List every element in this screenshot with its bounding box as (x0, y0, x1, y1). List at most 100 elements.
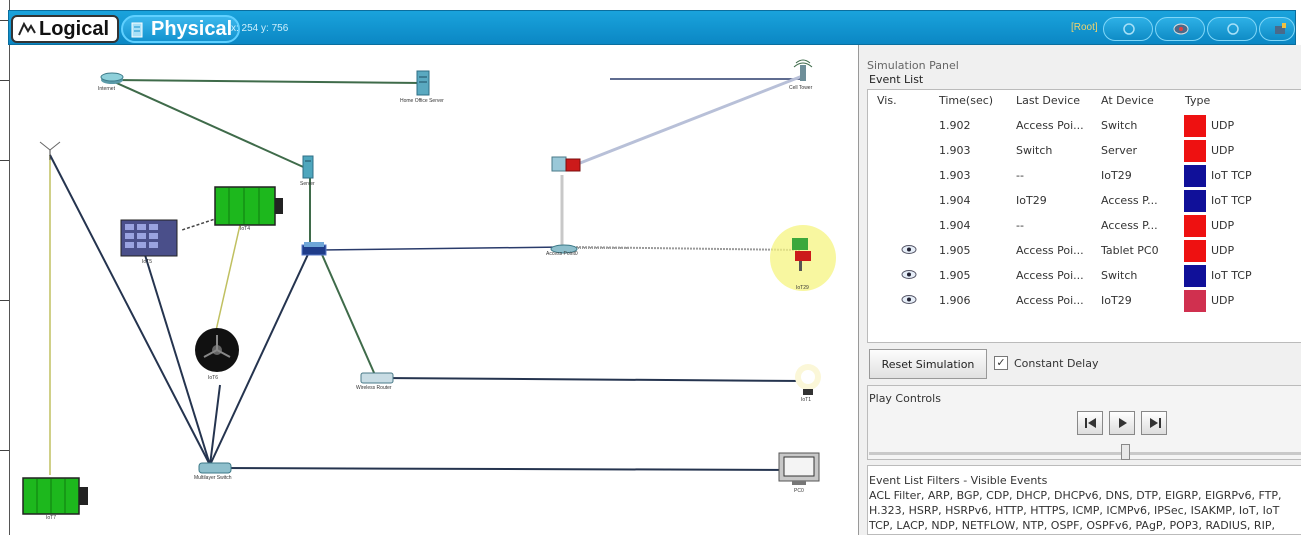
pc-device[interactable]: PC0 (778, 452, 820, 494)
link-router-homeserver[interactable] (111, 79, 424, 84)
logical-tab-label: Logical (39, 18, 110, 40)
visibility-eye-icon[interactable] (901, 295, 917, 304)
visibility-eye-icon[interactable] (901, 245, 917, 254)
packet-tracer-window: Logical Physical x: 254 y: 756 [Root] In… (0, 0, 1301, 535)
constant-delay-checkbox[interactable]: ✓ (994, 356, 1008, 370)
navigation-icon (1275, 23, 1286, 34)
lamp-device[interactable]: IoT1 (793, 363, 823, 404)
toolbar-button-2[interactable] (1155, 17, 1205, 41)
multilayer-switch-device[interactable]: Multilayer Switch (194, 460, 232, 481)
switch-device[interactable] (301, 241, 327, 262)
router-icon (100, 72, 124, 84)
toolbar-button-4[interactable] (1259, 17, 1295, 41)
event-row[interactable]: 1.902 Access Poi... Switch UDP (871, 115, 1301, 144)
router-device[interactable]: Internet (98, 71, 124, 92)
event-time: 1.905 (939, 244, 971, 257)
forward-button[interactable] (1141, 411, 1167, 435)
event-type: UDP (1211, 119, 1235, 132)
device-label: Wireless Router (356, 385, 392, 391)
cell-tower-device[interactable]: Cell Tower (789, 59, 813, 91)
event-at: Switch (1101, 269, 1138, 282)
col-last-device[interactable]: Last Device (1016, 94, 1080, 107)
device-label: IoT1 (801, 397, 812, 403)
workspace-toolbar: Logical Physical x: 254 y: 756 [Root] (8, 10, 1296, 45)
play-button[interactable] (1109, 411, 1135, 435)
logical-tab[interactable]: Logical (11, 15, 120, 43)
physical-tab[interactable]: Physical (121, 15, 241, 43)
cluster-icon (1123, 23, 1135, 35)
fan-device[interactable]: IoT6 (194, 327, 240, 381)
device-label: Cell Tower (789, 85, 813, 91)
frame-tick (0, 80, 9, 81)
event-last: -- (1016, 219, 1024, 232)
event-row[interactable]: 1.905 Access Poi... Tablet PC0 UDP (871, 240, 1301, 269)
wireless-device[interactable] (547, 153, 583, 180)
solar-panel-icon (120, 219, 178, 257)
viewport-icon (1173, 23, 1189, 35)
event-type-color-swatch (1184, 290, 1206, 312)
battery-icon (22, 477, 88, 515)
col-vis[interactable]: Vis. (877, 94, 897, 107)
toolbar-button-3[interactable] (1207, 17, 1257, 41)
device-label: Access Point0 (546, 251, 578, 257)
back-button[interactable] (1077, 411, 1103, 435)
event-last: Access Poi... (1016, 294, 1084, 307)
wireless-link-tower (574, 73, 806, 167)
link-antenna-mswitch[interactable] (49, 154, 211, 466)
event-list-title: Event List (869, 73, 924, 86)
event-type-color-swatch (1184, 215, 1206, 237)
server-icon (302, 155, 314, 179)
link-wrouter-lamp[interactable] (377, 377, 806, 382)
toolbar-button-1[interactable] (1103, 17, 1153, 41)
event-row[interactable]: 1.904 IoT29 Access P... IoT TCP (871, 190, 1301, 219)
server-device[interactable]: Home Office Server (400, 70, 444, 104)
play-icon (1119, 418, 1127, 428)
event-time: 1.904 (939, 194, 971, 207)
event-row[interactable]: 1.905 Access Poi... Switch IoT TCP (871, 265, 1301, 294)
link-router-server[interactable] (109, 79, 311, 171)
event-row[interactable]: 1.903 -- IoT29 IoT TCP (871, 165, 1301, 194)
simulation-panel: Simulation Panel Event List Vis. Time(se… (858, 45, 1301, 535)
link-switch-ap[interactable] (319, 246, 566, 251)
speed-slider-track[interactable] (869, 452, 1301, 455)
event-row[interactable]: 1.906 Access Poi... IoT29 UDP (871, 290, 1301, 319)
event-last: Access Poi... (1016, 119, 1084, 132)
link-mswitch-pc[interactable] (214, 467, 801, 471)
logical-workspace[interactable]: Internet Home Office Server Cell Tower S… (10, 45, 858, 535)
event-type: UDP (1211, 144, 1235, 157)
event-type: IoT TCP (1211, 169, 1252, 182)
col-type[interactable]: Type (1185, 94, 1210, 107)
event-filters-list[interactable]: ACL Filter, ARP, BGP, CDP, DHCP, DHCPv6,… (869, 488, 1301, 535)
event-time: 1.905 (939, 269, 971, 282)
event-row[interactable]: 1.903 Switch Server UDP (871, 140, 1301, 169)
reset-simulation-button[interactable]: Reset Simulation (869, 349, 987, 379)
device-label: IoT7 (46, 515, 57, 521)
server-small-device[interactable]: Server (300, 155, 315, 187)
battery-device-2[interactable]: IoT7 (22, 477, 90, 521)
left-frame (0, 0, 10, 535)
root-label[interactable]: [Root] (1071, 22, 1098, 33)
play-controls-title: Play Controls (869, 392, 941, 405)
link-battery-fan (214, 224, 241, 336)
event-at: Server (1101, 144, 1138, 157)
event-type: IoT TCP (1211, 269, 1252, 282)
col-at-device[interactable]: At Device (1101, 94, 1154, 107)
battery-device-1[interactable]: IoT4 (214, 186, 284, 232)
link-switch-wrouter[interactable] (319, 249, 376, 376)
antenna-device[interactable] (38, 140, 62, 167)
battery-icon (214, 186, 283, 226)
solar-panel-device[interactable]: IoT5 (120, 219, 178, 265)
event-at: Tablet PC0 (1101, 244, 1159, 257)
visibility-eye-icon[interactable] (901, 270, 917, 279)
event-at: Switch (1101, 119, 1138, 132)
event-time: 1.903 (939, 144, 971, 157)
device-label: Home Office Server (400, 98, 444, 104)
wireless-router-base[interactable]: Access Point0 (546, 241, 578, 259)
event-row[interactable]: 1.904 -- Access P... UDP (871, 215, 1301, 244)
wireless-router-device[interactable]: Wireless Router (356, 370, 394, 391)
logical-view-icon (18, 21, 36, 36)
device-label: IoT29 (796, 285, 809, 291)
iot-highlight-device[interactable]: IoT29 (768, 223, 838, 298)
speed-slider-thumb[interactable] (1121, 444, 1130, 460)
col-time[interactable]: Time(sec) (939, 94, 993, 107)
